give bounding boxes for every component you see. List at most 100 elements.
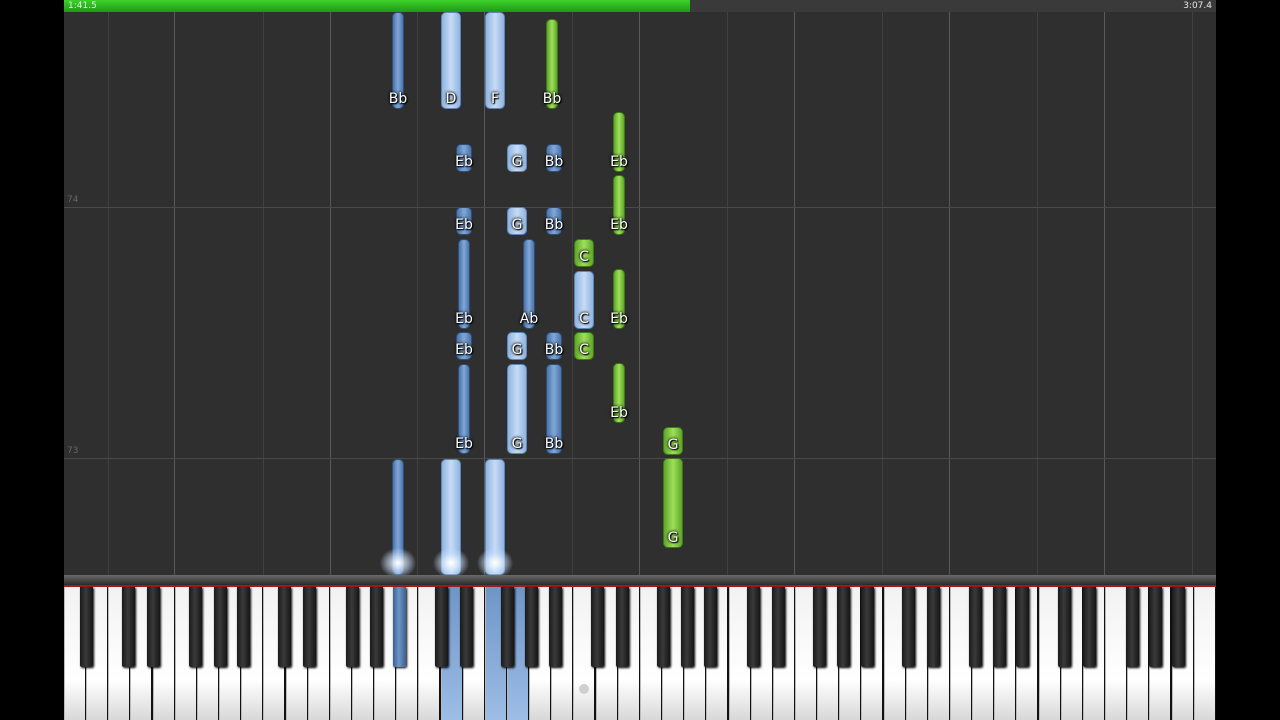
black-key[interactable]	[237, 587, 250, 667]
grid-line	[174, 12, 175, 575]
black-key[interactable]	[837, 587, 850, 667]
black-key[interactable]	[993, 587, 1006, 667]
note-label: Bb	[544, 154, 564, 170]
black-key[interactable]	[969, 587, 982, 667]
grid-line	[417, 12, 418, 575]
grid-line	[1104, 12, 1105, 575]
note-label: Eb	[455, 154, 473, 170]
black-key[interactable]	[1126, 587, 1139, 667]
white-key[interactable]	[1105, 587, 1127, 720]
note-right-hand: Eb	[455, 207, 473, 235]
piano-keyboard[interactable]	[64, 575, 1216, 720]
note-label: Eb	[610, 405, 628, 421]
note-right-hand: G	[507, 332, 527, 360]
measure-line	[64, 207, 1216, 208]
black-key[interactable]	[1172, 587, 1185, 667]
white-key[interactable]	[950, 587, 971, 720]
black-key[interactable]	[122, 587, 135, 667]
note-left-hand: Eb	[610, 112, 628, 172]
note-right-hand: C	[574, 271, 594, 329]
note-right-hand: Eb	[455, 364, 473, 454]
black-key[interactable]	[772, 587, 785, 667]
grid-line	[882, 12, 883, 575]
black-key[interactable]	[147, 587, 160, 667]
note-left-hand: Eb	[610, 175, 628, 235]
black-key[interactable]	[189, 587, 202, 667]
note-left-hand: Bb	[543, 19, 561, 109]
black-key[interactable]	[657, 587, 670, 667]
note-label: G	[667, 437, 679, 453]
black-key[interactable]	[501, 587, 514, 667]
keyboard-top-rail	[64, 575, 1216, 587]
measure-number: 73	[67, 446, 79, 456]
black-key[interactable]	[460, 587, 473, 667]
grid-line	[572, 12, 573, 575]
black-key[interactable]	[704, 587, 717, 667]
note-right-hand: G	[507, 207, 527, 235]
black-key[interactable]	[902, 587, 915, 667]
grid-line	[263, 12, 264, 575]
black-key[interactable]	[525, 587, 538, 667]
black-key[interactable]	[1149, 587, 1162, 667]
black-key[interactable]	[346, 587, 359, 667]
grid-line	[330, 12, 331, 575]
note-label: Bb	[544, 217, 564, 233]
note-label: C	[579, 311, 589, 327]
black-key[interactable]	[435, 587, 448, 667]
middle-c-marker	[579, 684, 589, 694]
black-key[interactable]	[813, 587, 826, 667]
key-hit-glow	[380, 548, 416, 578]
grid-line	[949, 12, 950, 575]
note-label: Eb	[455, 217, 473, 233]
note-label: Eb	[610, 154, 628, 170]
black-key[interactable]	[80, 587, 93, 667]
note-label: G	[511, 154, 523, 170]
note-label: G	[511, 342, 523, 358]
black-key[interactable]	[1058, 587, 1071, 667]
note-right-hand: D	[441, 12, 461, 109]
black-key[interactable]	[1083, 587, 1096, 667]
black-key[interactable]	[861, 587, 874, 667]
grid-line	[639, 12, 640, 575]
black-key[interactable]	[370, 587, 383, 667]
note-label: Bb	[388, 91, 408, 107]
note-label: Eb	[455, 436, 473, 452]
grid-line	[727, 12, 728, 575]
note-label: Bb	[544, 342, 564, 358]
black-key[interactable]	[393, 587, 406, 667]
black-key[interactable]	[549, 587, 562, 667]
white-key[interactable]	[1193, 587, 1215, 720]
black-key[interactable]	[278, 587, 291, 667]
black-key[interactable]	[214, 587, 227, 667]
black-key[interactable]	[303, 587, 316, 667]
white-key[interactable]	[1038, 587, 1060, 720]
note-right-hand: Ab	[520, 239, 538, 329]
grid-line	[1037, 12, 1038, 575]
black-key[interactable]	[747, 587, 760, 667]
note-label: Bb	[544, 436, 564, 452]
note-label: G	[511, 436, 523, 452]
black-key[interactable]	[1016, 587, 1029, 667]
note-label: Eb	[610, 217, 628, 233]
current-time: 1:41.5	[68, 1, 97, 11]
total-time: 3:07.4	[1183, 1, 1212, 11]
grid-line	[794, 12, 795, 575]
note-label: G	[667, 530, 679, 546]
note-right-hand: Bb	[544, 207, 564, 235]
note-label: Eb	[610, 311, 628, 327]
note-right-hand: F	[485, 12, 505, 109]
note-right-hand: Eb	[455, 144, 473, 172]
black-key[interactable]	[591, 587, 604, 667]
black-key[interactable]	[927, 587, 940, 667]
black-key[interactable]	[681, 587, 694, 667]
note-right-hand: Eb	[455, 332, 473, 360]
note-right-hand: Bb	[544, 332, 564, 360]
note-left-hand: Eb	[610, 269, 628, 329]
note-label: Eb	[455, 311, 473, 327]
black-key[interactable]	[616, 587, 629, 667]
note-right-hand: G	[507, 144, 527, 172]
grid-line	[108, 12, 109, 575]
note-right-hand: Bb	[389, 12, 407, 109]
note-left-hand: G	[663, 458, 683, 548]
note-left-hand: G	[663, 427, 683, 455]
